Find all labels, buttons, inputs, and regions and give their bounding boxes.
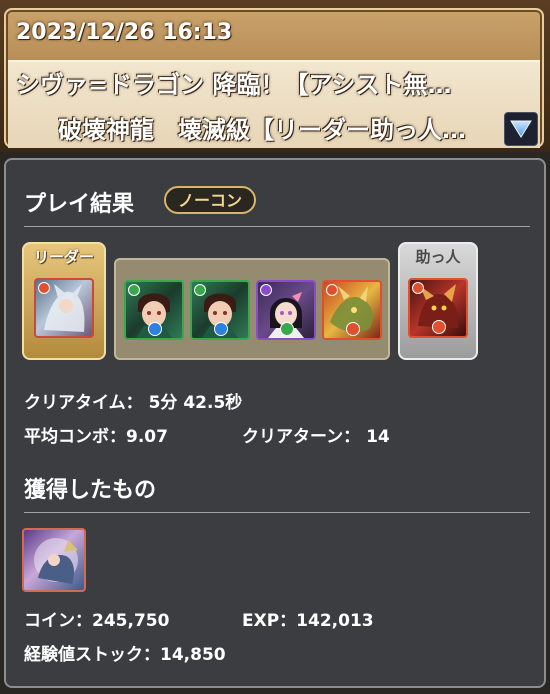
no-continue-badge: ノーコン bbox=[164, 186, 257, 214]
rewards-heading: 獲得したもの bbox=[24, 478, 157, 503]
quest-title: シヴァ=ドラゴン 降臨！【アシスト無… bbox=[16, 71, 452, 99]
team-member-4[interactable] bbox=[322, 280, 382, 340]
helper-monster-icon[interactable] bbox=[408, 278, 468, 338]
fire-attribute-icon bbox=[432, 320, 446, 334]
clear-turns: クリアターン： 14 bbox=[242, 427, 390, 447]
average-combo: 平均コンボ：9.07 bbox=[24, 427, 168, 447]
play-result-heading: プレイ結果 bbox=[24, 192, 135, 217]
team-member-2[interactable] bbox=[190, 280, 250, 340]
fire-attribute-icon bbox=[38, 282, 50, 294]
coins-earned: コイン：245,750 bbox=[24, 611, 170, 631]
exp-stock: 経験値ストック：14,850 bbox=[24, 645, 226, 665]
leader-label: リーダー bbox=[33, 248, 94, 266]
reward-item[interactable] bbox=[22, 528, 86, 592]
divider bbox=[24, 226, 530, 227]
team-members bbox=[114, 258, 390, 360]
helper-label: 助っ人 bbox=[415, 248, 461, 266]
team-member-1[interactable] bbox=[124, 280, 184, 340]
triangle-down-icon bbox=[510, 120, 532, 138]
fire-attribute-icon bbox=[326, 284, 338, 296]
monster-reward-icon bbox=[34, 538, 78, 584]
team-member-3[interactable] bbox=[256, 280, 316, 340]
wood-attribute-icon bbox=[280, 322, 294, 336]
fire-attribute-icon bbox=[412, 282, 424, 294]
divider bbox=[24, 512, 530, 513]
result-panel: プレイ結果 ノーコン リーダー 助っ人 クリアタイム： 5分 42.5秒 平均コ… bbox=[4, 158, 546, 688]
exp-earned: EXP：142,013 bbox=[242, 611, 374, 631]
leader-monster-icon[interactable] bbox=[34, 278, 94, 338]
wood-attribute-icon bbox=[128, 284, 140, 296]
leader-slot: リーダー bbox=[22, 242, 106, 360]
quest-banner: 2023/12/26 16:13 シヴァ=ドラゴン 降臨！【アシスト無… 破壊神… bbox=[0, 0, 550, 152]
water-attribute-icon bbox=[214, 322, 228, 336]
quest-card[interactable]: 2023/12/26 16:13 シヴァ=ドラゴン 降臨！【アシスト無… 破壊神… bbox=[4, 8, 544, 148]
fire-attribute-icon bbox=[346, 322, 360, 336]
wood-attribute-icon bbox=[194, 284, 206, 296]
clear-time: クリアタイム： 5分 42.5秒 bbox=[24, 393, 243, 413]
quest-subtitle: 破壊神龍 壊滅級【リーダー助っ人… bbox=[58, 116, 466, 144]
helper-slot: 助っ人 bbox=[398, 242, 478, 360]
dark-attribute-icon bbox=[260, 284, 272, 296]
expand-button[interactable] bbox=[504, 112, 538, 146]
play-datetime: 2023/12/26 16:13 bbox=[16, 20, 233, 45]
water-attribute-icon bbox=[148, 322, 162, 336]
